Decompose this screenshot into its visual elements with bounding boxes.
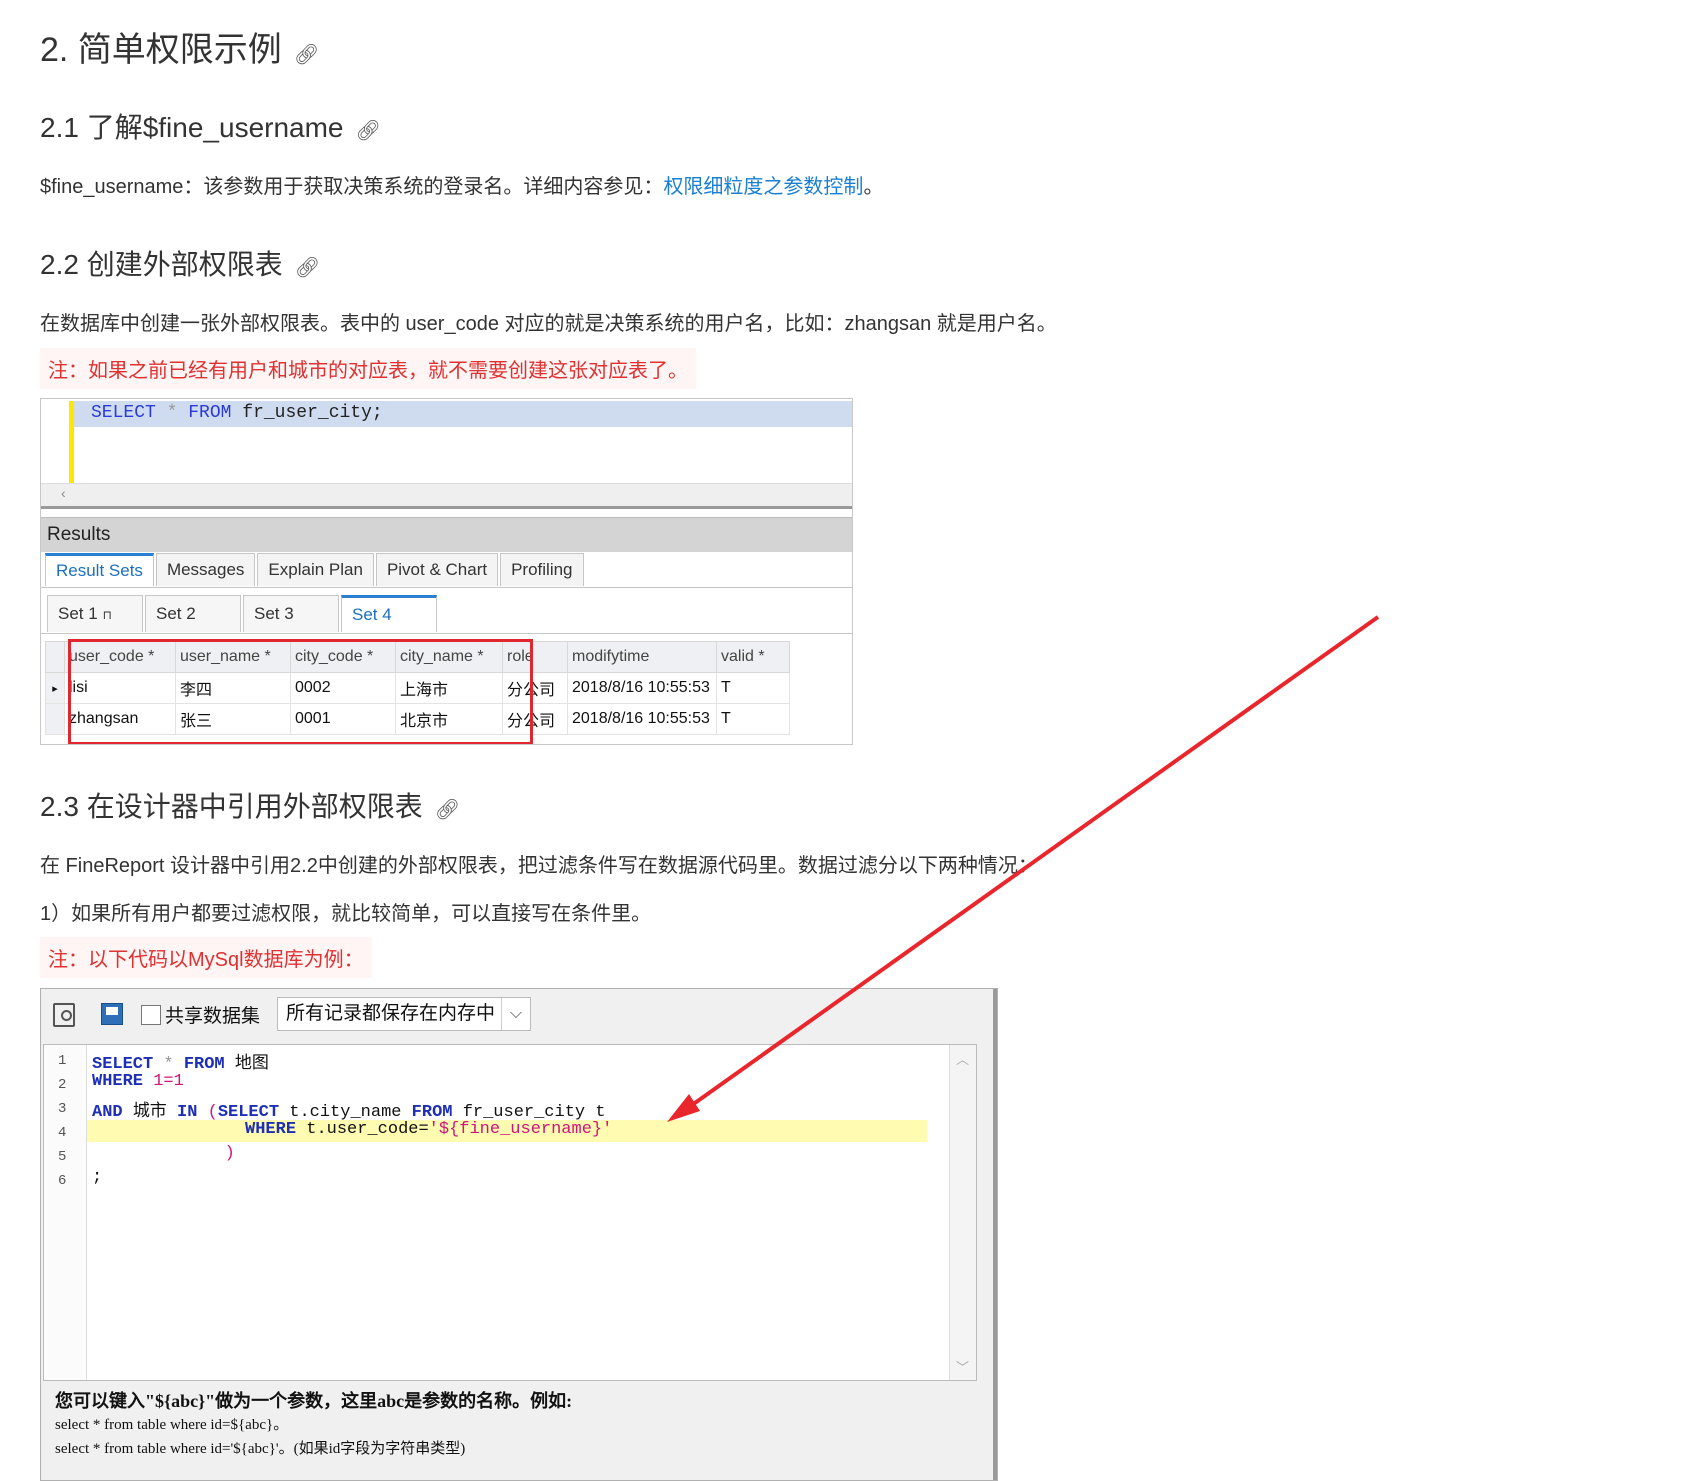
condition: 1=1	[153, 1072, 184, 1091]
paragraph: 1）如果所有用户都要过滤权限，就比较简单，可以直接写在条件里。	[40, 903, 652, 925]
line-number: 6	[58, 1173, 67, 1189]
paragraph: 在数据库中创建一张外部权限表。表中的 user_code 对应的就是决策系统的用…	[40, 313, 1057, 335]
scroll-up-icon[interactable]: ︿	[956, 1049, 969, 1068]
code-line: ;	[92, 1168, 102, 1187]
paragraph-text: $fine_username：该参数用于获取决策系统的登录名。详细内容参见：	[40, 176, 664, 198]
cell[interactable]: T	[716, 672, 790, 704]
code-line: )	[92, 1144, 235, 1163]
section-title-text: 2. 简单权限示例	[40, 31, 282, 69]
tab-set-label: Set 1	[58, 604, 98, 623]
keyword: WHERE	[92, 1072, 144, 1091]
divider	[41, 587, 852, 588]
hint-line: 您可以键入"${abc}"做为一个参数，这里abc是参数的名称。例如:	[55, 1391, 573, 1411]
column-name: 城市	[132, 1101, 167, 1121]
row-header-corner	[45, 641, 65, 673]
line-number: 3	[58, 1101, 67, 1117]
subsection-title: 2.3 在设计器中引用外部权限表 🔗︎	[40, 785, 460, 825]
share-dataset-checkbox[interactable]	[141, 1005, 161, 1025]
tab-set-1[interactable]: Set 1 ⊓	[47, 595, 143, 632]
preview-icon[interactable]	[53, 1003, 75, 1027]
highlight-box	[68, 639, 533, 744]
parameter-string: '${fine_username}'	[428, 1120, 613, 1139]
line-number: 1	[58, 1053, 67, 1069]
asterisk: *	[166, 403, 178, 423]
paren: )	[224, 1144, 235, 1163]
save-icon[interactable]	[101, 1003, 123, 1025]
line-number: 4	[58, 1125, 67, 1141]
keyword-select: SELECT	[91, 403, 156, 423]
result-tabs: Result Sets Messages Explain Plan Pivot …	[45, 553, 586, 587]
subsection-title: 2.1 了解$fine_username 🔗︎	[40, 106, 381, 146]
link-icon[interactable]: 🔗︎	[435, 799, 460, 821]
dataset-toolbar: 共享数据集 所有记录都保存在内存中 ⌵	[41, 989, 997, 1039]
code-line: SELECT * FROM 地图	[92, 1048, 269, 1074]
code-line: WHERE t.user_code='${fine_username}'	[92, 1120, 612, 1139]
keyword: WHERE	[245, 1120, 297, 1139]
doc-link[interactable]: 权限细粒度之参数控制	[663, 176, 863, 198]
code-line: AND 城市 IN (SELECT t.city_name FROM fr_us…	[92, 1096, 606, 1122]
line-number: 2	[58, 1077, 67, 1093]
paragraph: $fine_username：该参数用于获取决策系统的登录名。详细内容参见：权限…	[40, 170, 883, 199]
parameter-hint: 您可以键入"${abc}"做为一个参数，这里abc是参数的名称。例如: sele…	[55, 1389, 572, 1461]
hint-line: select * from table where id=${abc}。	[55, 1417, 289, 1433]
memory-mode-value: 所有记录都保存在内存中	[286, 1003, 496, 1024]
subsection-title-text: 2.2 创建外部权限表	[40, 249, 283, 280]
tab-messages[interactable]: Messages	[155, 553, 256, 586]
tab-set-3[interactable]: Set 3	[243, 595, 339, 632]
scroll-down-icon[interactable]: ﹀	[956, 1357, 969, 1376]
link-icon[interactable]: 🔗︎	[356, 120, 381, 142]
field: t.user_code=	[306, 1120, 429, 1139]
memory-mode-select[interactable]: 所有记录都保存在内存中 ⌵	[277, 997, 531, 1031]
subsection-title-text: 2.1 了解$fine_username	[40, 112, 344, 143]
subsection-title: 2.2 创建外部权限表 🔗︎	[40, 243, 320, 283]
tab-set-2[interactable]: Set 2	[145, 595, 241, 632]
sql-editor[interactable]: 1 2 3 4 5 6 SELECT * FROM 地图 WHERE 1=1 A…	[43, 1044, 977, 1381]
note: 注：以下代码以MySql数据库为例：	[40, 937, 372, 978]
keyword: FROM	[183, 1055, 225, 1074]
cell[interactable]: 2018/8/16 10:55:53	[567, 672, 717, 704]
cell[interactable]: 2018/8/16 10:55:53	[567, 703, 717, 735]
keyword-from: FROM	[188, 403, 232, 423]
tab-explain-plan[interactable]: Explain Plan	[257, 553, 374, 586]
subsection-title-text: 2.3 在设计器中引用外部权限表	[40, 791, 423, 822]
share-dataset-label: 共享数据集	[165, 1006, 261, 1027]
tab-profiling[interactable]: Profiling	[500, 553, 584, 586]
cell[interactable]: T	[716, 703, 790, 735]
results-header: Results	[41, 517, 852, 552]
line-marker	[69, 401, 74, 483]
vertical-scrollbar[interactable]: ︿ ﹀	[949, 1045, 976, 1380]
line-gutter	[44, 1045, 87, 1380]
table-name: 地图	[234, 1053, 269, 1073]
tab-set-4[interactable]: Set 4	[341, 595, 437, 632]
code-line: WHERE 1=1	[92, 1072, 184, 1091]
hint-line: select * from table where id='${abc}'。(如…	[55, 1441, 466, 1457]
note: 注：如果之前已经有用户和城市的对应表，就不需要创建这张对应表了。	[40, 348, 696, 389]
divider	[41, 633, 852, 634]
link-icon[interactable]: 🔗︎	[294, 44, 319, 66]
horizontal-scrollbar[interactable]: ‹	[41, 483, 852, 509]
set-tabs: Set 1 ⊓ Set 2 Set 3 Set 4	[47, 595, 439, 633]
sql-editor[interactable]: SELECT * FROM fr_user_city; ‹	[41, 399, 852, 509]
column-header[interactable]: modifytime	[567, 641, 717, 673]
paragraph: 在 FineReport 设计器中引用2.2中创建的外部权限表，把过滤条件写在数…	[40, 855, 1038, 877]
section-title: 2. 简单权限示例 🔗︎	[40, 22, 319, 71]
pin-icon[interactable]: ⊓	[102, 608, 111, 622]
designer-screenshot: 共享数据集 所有记录都保存在内存中 ⌵ 1 2 3 4 5 6 SELECT *…	[40, 988, 998, 1481]
semicolon: ;	[92, 1168, 103, 1187]
sql-tool-screenshot: SELECT * FROM fr_user_city; ‹ Results Re…	[40, 398, 853, 745]
current-row-marker: ▸	[45, 672, 65, 704]
line-number: 5	[58, 1149, 67, 1165]
tab-result-sets[interactable]: Result Sets	[45, 553, 154, 586]
table-name: fr_user_city;	[242, 403, 383, 423]
paragraph-suffix: 。	[863, 176, 884, 198]
column-header[interactable]: valid *	[716, 641, 790, 673]
frame-edge	[993, 989, 997, 1480]
tab-pivot-chart[interactable]: Pivot & Chart	[375, 553, 499, 586]
chevron-down-icon[interactable]: ⌵	[501, 998, 530, 1030]
scroll-left-icon[interactable]: ‹	[61, 485, 66, 501]
row-header	[45, 703, 65, 735]
sql-code: SELECT * FROM fr_user_city;	[91, 403, 383, 423]
link-icon[interactable]: 🔗︎	[295, 257, 320, 279]
